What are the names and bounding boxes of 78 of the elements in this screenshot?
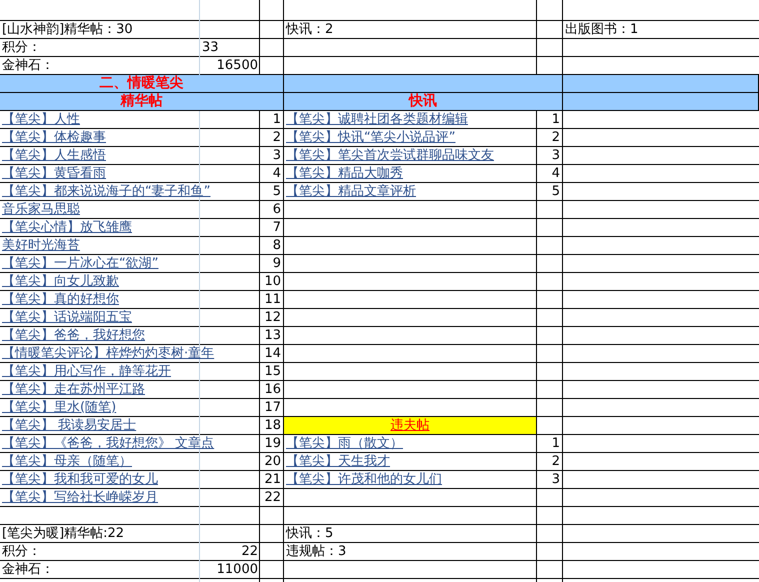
post-number: 7 [272, 219, 282, 237]
post-number: 22 [263, 489, 282, 507]
post-number: 2 [550, 453, 561, 471]
violation-post-link[interactable]: 【笔尖】许茂和他的女儿们 [284, 471, 537, 489]
points-value: 22 [241, 544, 258, 559]
post-number: 14 [263, 345, 282, 363]
post-number: 6 [272, 201, 282, 219]
essence-post-link[interactable]: 【笔尖】话说端阳五宝 [0, 309, 260, 327]
essence-post-link[interactable]: 【笔尖】都来说说海子的“妻子和鱼” [0, 183, 260, 201]
essence-post-link[interactable]: 【笔尖】人生感悟 [0, 147, 260, 165]
essence-post-link[interactable]: 【笔尖】真的好想你 [0, 291, 260, 309]
points-value: 33 [202, 40, 219, 55]
post-number: 18 [263, 417, 282, 435]
post-number: 4 [550, 165, 561, 183]
essence-post-link[interactable]: 【笔尖】体检趣事 [0, 129, 260, 147]
points-label: 积分： [2, 544, 41, 559]
section-title: 二、情暖笔尖 [0, 75, 284, 93]
post-number: 1 [550, 111, 561, 129]
violation-header: 违夫帖 [284, 417, 537, 435]
news-post-link[interactable]: 【笔尖】笔尖首次尝试群聊品味文友 [284, 147, 537, 165]
points-label: 积分： [2, 40, 41, 55]
essence-post-link[interactable]: 【情暖笔尖评论】梓烨灼灼枣树·童年 [0, 345, 260, 363]
news-post-link[interactable]: 【笔尖】精品文章评析 [284, 183, 537, 201]
books-count: 出版图书：1 [565, 22, 638, 37]
essence-post-link[interactable]: 【笔尖】向女儿致歉 [0, 273, 260, 291]
essence-post-link[interactable]: 美好时光海苔 [0, 237, 260, 255]
essence-post-link[interactable]: 【笔尖】爸爸，我好想您 [0, 327, 260, 345]
essence-post-link[interactable]: 【笔尖心情】放飞雏鹰 [0, 219, 260, 237]
post-number: 17 [263, 399, 282, 417]
essence-count: [山水神韵]精华帖：30 [2, 22, 133, 37]
news-post-link[interactable]: 【笔尖】快讯“笔尖小说品评” [284, 129, 537, 147]
post-number: 11 [263, 291, 282, 309]
essence-post-link[interactable]: 【笔尖】一片冰心在“欲湖” [0, 255, 260, 273]
post-number: 16 [263, 381, 282, 399]
post-number: 5 [272, 183, 282, 201]
post-number: 8 [272, 237, 282, 255]
post-number: 2 [272, 129, 282, 147]
news-count: 快讯：2 [286, 22, 334, 37]
stone-count-label: 金神石： [2, 562, 54, 577]
post-number: 10 [263, 273, 282, 291]
post-number: 15 [263, 363, 282, 381]
post-number: 20 [263, 453, 282, 471]
essence-post-link[interactable]: 【笔尖】《爸爸，我好想您》 文章点 [0, 435, 260, 453]
essence-post-link[interactable]: 【笔尖】走在苏州平江路 [0, 381, 260, 399]
post-number: 13 [263, 327, 282, 345]
essence-post-link[interactable]: 【笔尖】黄昏看雨 [0, 165, 260, 183]
post-number: 19 [263, 435, 282, 453]
news-header: 快讯 [284, 93, 563, 111]
essence-post-link[interactable]: 【笔尖】母亲（随笔） [0, 453, 260, 471]
essence-post-link[interactable]: 【笔尖】我和我可爱的女儿 [0, 471, 260, 489]
post-number: 1 [550, 435, 561, 453]
essence-post-link[interactable]: 【笔尖】人性 [0, 111, 260, 129]
essence-post-link[interactable]: 【笔尖】 我读易安居士 [0, 417, 260, 435]
post-number: 4 [272, 165, 282, 183]
essence-post-link[interactable]: 【笔尖】里水(随笔) [0, 399, 260, 417]
essence-header: 精华帖 [0, 93, 284, 111]
post-number: 1 [272, 111, 282, 129]
violation-post-link[interactable]: 【笔尖】雨（散文） [284, 435, 537, 453]
essence-post-link[interactable]: 【笔尖】写给社长峥嵘岁月 [0, 489, 260, 507]
post-number: 12 [263, 309, 282, 327]
stone-count-value: 16500 [216, 58, 258, 73]
violations-count: 违规帖：3 [286, 544, 346, 559]
post-number: 3 [550, 471, 561, 489]
news-count: 快讯：5 [286, 526, 334, 541]
news-post-link[interactable]: 【笔尖】诚聘社团各类题材编辑 [284, 111, 537, 129]
violation-post-link[interactable]: 【笔尖】天生我才 [284, 453, 537, 471]
news-post-link[interactable]: 【笔尖】精品大咖秀 [284, 165, 537, 183]
post-number: 5 [550, 183, 561, 201]
post-number: 3 [550, 147, 561, 165]
stone-count-value: 11000 [216, 562, 258, 577]
post-number: 9 [272, 255, 282, 273]
essence-count: [笔尖为暖]精华帖:22 [2, 526, 124, 541]
stone-count-label: 金神石： [2, 58, 54, 73]
post-number: 21 [263, 471, 282, 489]
post-number: 2 [550, 129, 561, 147]
essence-post-link[interactable]: 音乐家马思聪 [0, 201, 260, 219]
post-number: 3 [272, 147, 282, 165]
essence-post-link[interactable]: 【笔尖】用心写作，静等花开 [0, 363, 260, 381]
